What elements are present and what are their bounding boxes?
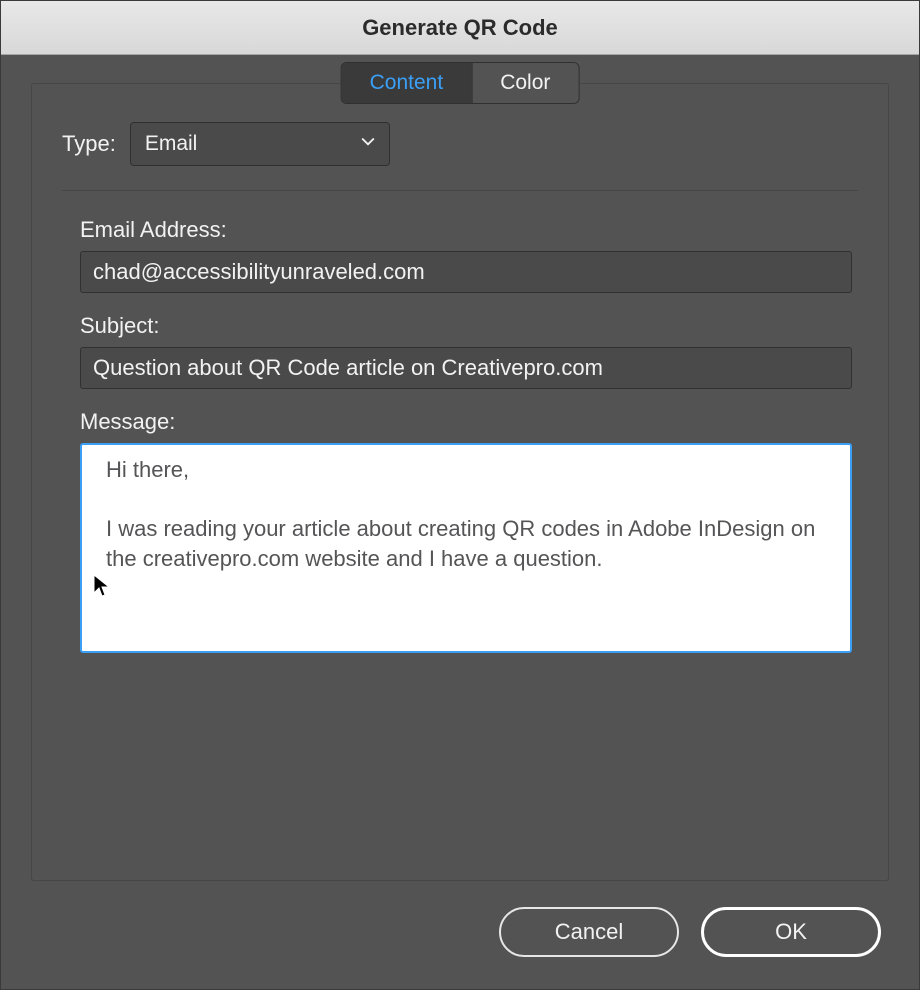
tab-bar: Content Color — [341, 62, 580, 104]
cancel-button-label: Cancel — [555, 919, 623, 945]
tab-content[interactable]: Content — [342, 63, 472, 103]
type-select[interactable]: Email — [130, 122, 390, 166]
message-textarea[interactable] — [80, 443, 852, 653]
generate-qr-code-dialog: Generate QR Code Content Color Type: Ema… — [0, 0, 920, 990]
title-bar: Generate QR Code — [1, 1, 919, 55]
tab-color[interactable]: Color — [471, 63, 578, 103]
dialog-footer: Cancel OK — [31, 881, 889, 965]
content-panel: Content Color Type: Email Email Address: — [31, 83, 889, 881]
tab-content-label: Content — [370, 71, 444, 94]
tab-color-label: Color — [500, 71, 550, 94]
dialog-title: Generate QR Code — [362, 15, 558, 41]
chevron-down-icon — [361, 137, 375, 151]
email-form: Email Address: Subject: Message: — [62, 217, 858, 658]
ok-button[interactable]: OK — [701, 907, 881, 957]
type-label: Type: — [62, 131, 116, 157]
type-row: Type: Email — [62, 122, 858, 166]
divider — [62, 190, 858, 191]
email-address-input[interactable] — [80, 251, 852, 293]
dialog-body: Content Color Type: Email Email Address: — [1, 55, 919, 989]
message-label: Message: — [80, 409, 852, 435]
email-address-label: Email Address: — [80, 217, 852, 243]
cancel-button[interactable]: Cancel — [499, 907, 679, 957]
subject-input[interactable] — [80, 347, 852, 389]
subject-label: Subject: — [80, 313, 852, 339]
ok-button-label: OK — [775, 919, 807, 945]
type-selected-value: Email — [145, 132, 198, 156]
